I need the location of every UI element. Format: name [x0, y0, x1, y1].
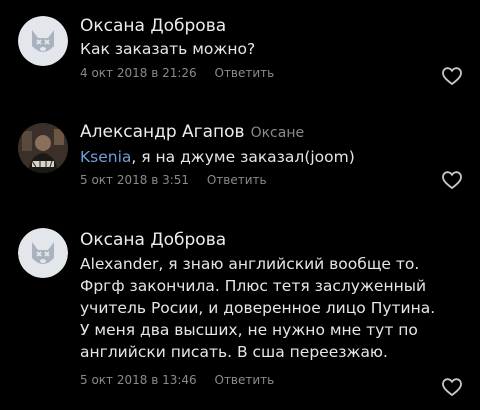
- deactivated-dog-avatar[interactable]: [18, 16, 68, 66]
- comment-text: Как заказать можно?: [80, 38, 255, 60]
- reply-button[interactable]: Ответить: [207, 173, 267, 187]
- mention-link[interactable]: Ksenia: [80, 148, 131, 166]
- comment-line: Alexander, я знаю английский вообще то.: [80, 255, 420, 273]
- comment-line: английски писать. В сша переезжаю.: [80, 343, 388, 361]
- comment-meta: 5 окт 2018 в 13:46 Ответить: [80, 373, 274, 387]
- comment-date[interactable]: 4 окт 2018 в 21:26: [80, 66, 197, 80]
- comment-author[interactable]: Оксана Доброва: [80, 230, 226, 250]
- reply-to-label[interactable]: Оксане: [251, 125, 305, 141]
- author-name[interactable]: Александр Агапов: [80, 122, 245, 142]
- author-name[interactable]: Оксана Доброва: [80, 230, 226, 250]
- reply-button[interactable]: Ответить: [215, 373, 275, 387]
- comment-date[interactable]: 5 окт 2018 в 3:51: [80, 173, 189, 187]
- user-photo-avatar[interactable]: [18, 123, 68, 173]
- comment-line: У меня два высших, не нужно мне тут по: [80, 321, 418, 339]
- comment-line: , я на джуме заказал(joom): [131, 148, 355, 166]
- reply-button[interactable]: Ответить: [215, 66, 275, 80]
- comment-meta: 5 окт 2018 в 3:51 Ответить: [80, 173, 267, 187]
- comment-meta: 4 окт 2018 в 21:26 Ответить: [80, 66, 274, 80]
- deactivated-dog-avatar[interactable]: [18, 228, 68, 278]
- comment-date[interactable]: 5 окт 2018 в 13:46: [80, 373, 197, 387]
- comment-text: Ksenia, я на джуме заказал(joom): [80, 146, 355, 168]
- comment-author[interactable]: Александр Агапов Оксане: [80, 122, 304, 142]
- comment-line: Как заказать можно?: [80, 40, 256, 58]
- comment-author[interactable]: Оксана Доброва: [80, 16, 226, 36]
- heart-outline-icon[interactable]: [441, 170, 463, 190]
- comment-line: учитель Росии, и доверенное лицо Путина.: [80, 299, 436, 317]
- comment-line: Фргф закончила. Плюс тетя заслуженный: [80, 277, 427, 295]
- comment-text: Alexander, я знаю английский вообще то. …: [80, 253, 435, 363]
- heart-outline-icon[interactable]: [441, 66, 463, 86]
- author-name[interactable]: Оксана Доброва: [80, 16, 226, 36]
- heart-outline-icon[interactable]: [441, 377, 463, 397]
